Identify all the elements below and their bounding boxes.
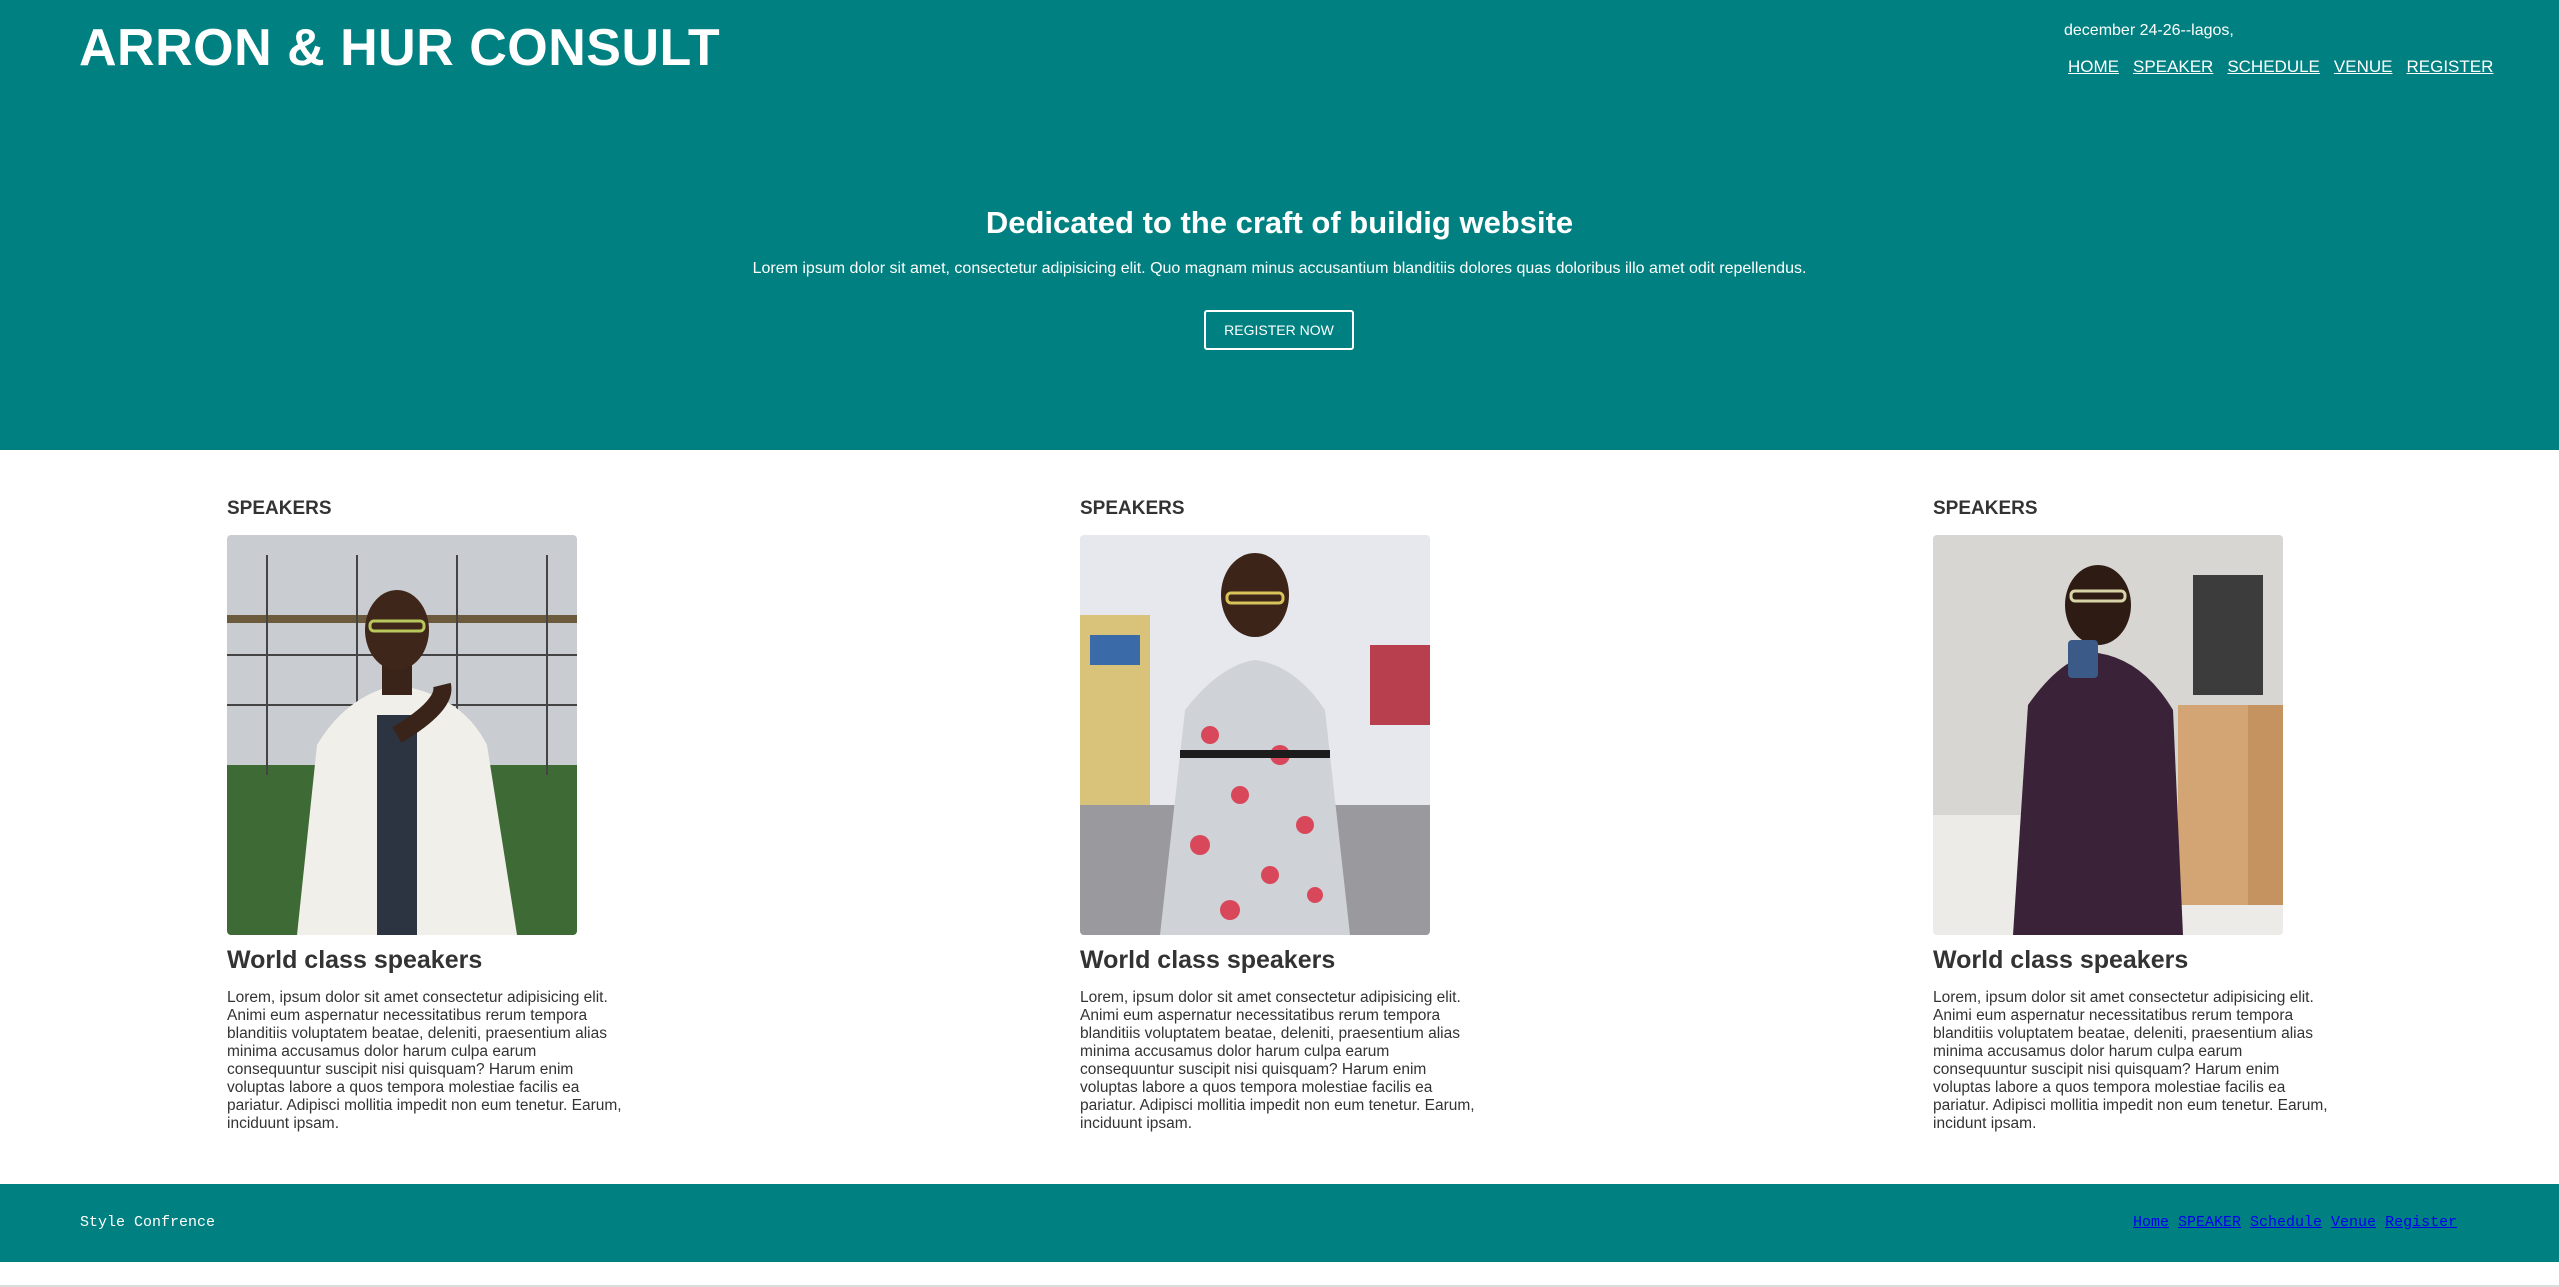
footer-speaker-link[interactable]: SPEAKER	[2178, 1214, 2241, 1231]
speaker-description: Lorem, ipsum dolor sit amet consectetur …	[1080, 989, 1475, 1132]
nav-schedule-link[interactable]: SCHEDULE	[2227, 57, 2320, 77]
footer: Style Confrence Home SPEAKER Schedule Ve…	[0, 1184, 2559, 1262]
footer-brand: Style Confrence	[80, 1214, 216, 1231]
speaker-title: World class speakers	[227, 946, 483, 974]
hero-subtitle: Lorem ipsum dolor sit amet, consectetur …	[752, 260, 1807, 277]
speaker-description: Lorem, ipsum dolor sit amet consectetur …	[227, 989, 622, 1132]
speakers-heading: SPEAKERS	[227, 498, 332, 519]
footer-nav: Home SPEAKER Schedule Venue Register	[2133, 1214, 2457, 1231]
hero-title: Dedicated to the craft of buildig websit…	[985, 205, 1574, 240]
speaker-card: SPEAKERS World class speakers Lorem, ips…	[1933, 498, 2333, 1133]
speaker-photo	[1080, 535, 1430, 935]
speaker-photo	[1933, 535, 2283, 935]
nav-speaker-link[interactable]: SPEAKER	[2133, 57, 2213, 77]
nav-home-link[interactable]: HOME	[2068, 57, 2119, 77]
speaker-title: World class speakers	[1080, 946, 1336, 974]
footer-venue-link[interactable]: Venue	[2331, 1214, 2376, 1231]
footer-home-link[interactable]: Home	[2133, 1214, 2169, 1231]
hero-section: ARRON & HUR CONSULT december 24-26--lago…	[0, 0, 2559, 450]
event-date: december 24-26--lagos,	[2064, 22, 2234, 39]
speakers-heading: SPEAKERS	[1933, 498, 2038, 519]
footer-schedule-link[interactable]: Schedule	[2250, 1214, 2322, 1231]
speaker-card: SPEAKERS World class speakers Lorem, ips…	[227, 498, 627, 1133]
register-now-button[interactable]: REGISTER NOW	[1204, 310, 1354, 350]
footer-register-link[interactable]: Register	[2385, 1214, 2457, 1231]
nav-register-link[interactable]: REGISTER	[2406, 57, 2493, 77]
speaker-title: World class speakers	[1933, 946, 2189, 974]
speaker-card: SPEAKERS World class speakers Lorem, ips…	[1080, 498, 1480, 1133]
site-logo[interactable]: ARRON & HUR CONSULT	[79, 18, 720, 78]
speaker-photo	[227, 535, 577, 935]
speakers-heading: SPEAKERS	[1080, 498, 1185, 519]
nav-venue-link[interactable]: VENUE	[2334, 57, 2393, 77]
top-nav: HOME SPEAKER SCHEDULE VENUE REGISTER	[2068, 57, 2493, 77]
speaker-description: Lorem, ipsum dolor sit amet consectetur …	[1933, 989, 2328, 1132]
